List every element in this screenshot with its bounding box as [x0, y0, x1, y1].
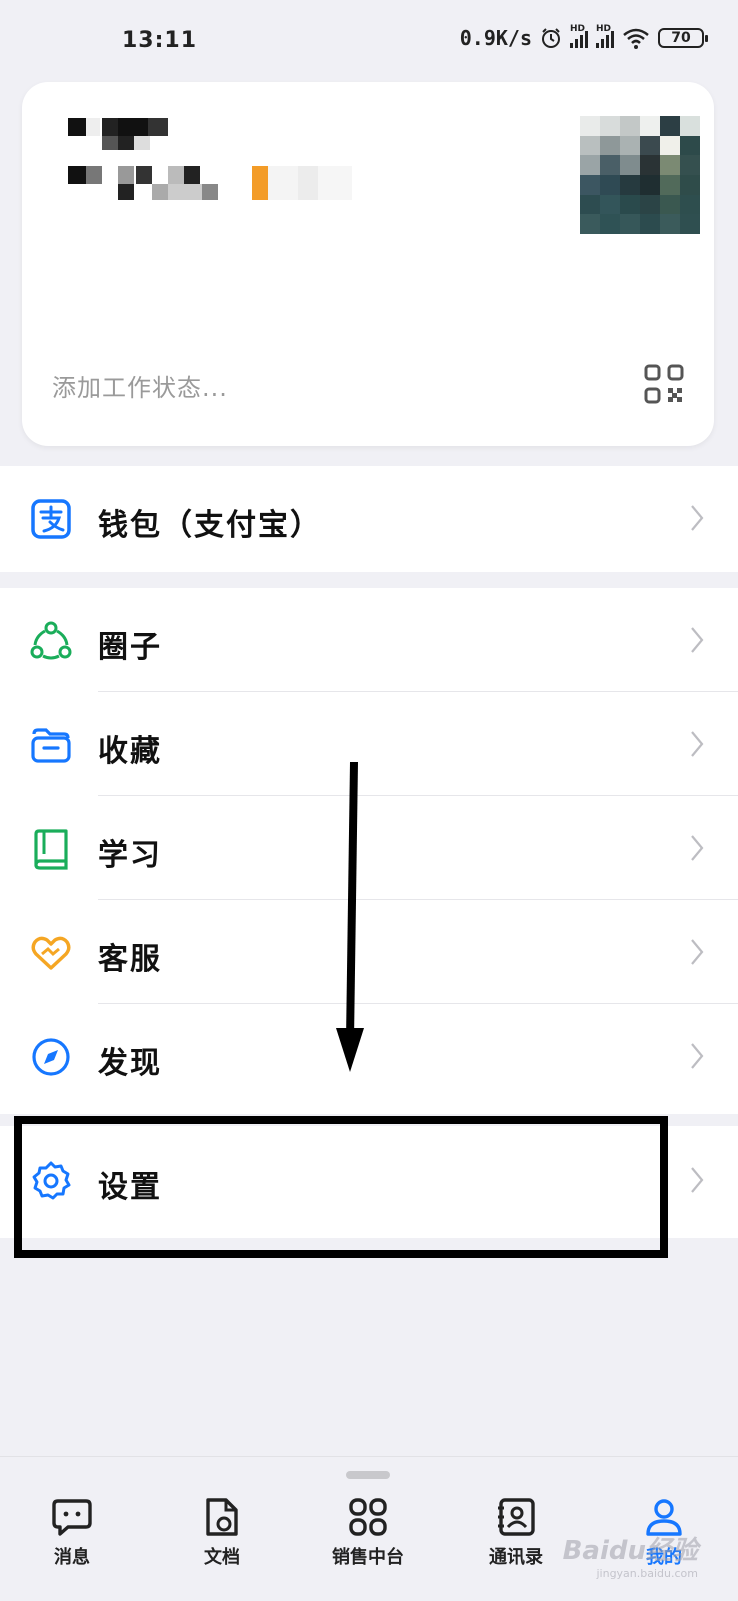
alarm-icon — [542, 28, 560, 48]
book-icon — [34, 829, 68, 870]
blurred-info — [68, 166, 368, 202]
work-status-input[interactable]: 添加工作状态... — [52, 368, 228, 403]
wifi-icon — [623, 28, 649, 49]
tab-label: 文档 — [204, 1547, 240, 1568]
chevron-right-icon — [691, 1043, 704, 1069]
chat-icon — [52, 1499, 92, 1536]
chevron-right-icon — [691, 1167, 704, 1193]
status-indicators: 0.9K/s HD HD 70 — [459, 24, 708, 50]
battery-indicator: 70 — [658, 28, 708, 48]
menu-label-circle: 圈子 — [98, 630, 162, 665]
tab-label: 销售中台 — [332, 1547, 404, 1568]
menu-label-study: 学习 — [98, 838, 162, 873]
avatar[interactable] — [580, 116, 700, 234]
wallet-group: 钱包（支付宝） — [0, 466, 738, 572]
chevron-right-icon — [691, 835, 704, 861]
network-speed: 0.9K/s — [459, 26, 532, 50]
qr-code-icon[interactable] — [644, 364, 684, 404]
chevron-right-icon — [691, 505, 704, 531]
status-bar: 13:11 0.9K/s HD HD 70 — [0, 0, 738, 62]
annotation-arrow — [336, 761, 364, 1072]
chevron-right-icon — [691, 731, 704, 757]
grid-icon — [349, 1498, 387, 1536]
signal-icon-2: HD — [596, 24, 614, 48]
watermark-brand: Baidu经验 — [562, 1536, 698, 1566]
menu-item-circle[interactable]: 圈子 — [0, 588, 738, 692]
menu-label-wallet: 钱包（支付宝） — [98, 508, 322, 543]
blurred-name — [68, 118, 168, 150]
circle-group-icon — [30, 621, 72, 660]
annotation-highlight-box — [14, 1116, 668, 1258]
tab-documents[interactable]: 文档 — [162, 1497, 282, 1587]
document-icon — [206, 1498, 238, 1536]
contacts-icon — [498, 1498, 535, 1536]
watermark: Baidu经验 jingyan.baidu.com — [563, 1530, 698, 1580]
signal-icon-1: HD — [570, 24, 588, 48]
menu-label-favorites: 收藏 — [98, 734, 162, 769]
profile-card[interactable]: 添加工作状态... — [22, 82, 714, 446]
heart-handshake-icon — [31, 936, 71, 970]
drag-handle[interactable] — [346, 1471, 390, 1479]
compass-icon — [32, 1038, 70, 1076]
watermark-url: jingyan.baidu.com — [596, 1567, 698, 1580]
tab-sales-center[interactable]: 销售中台 — [308, 1497, 428, 1587]
alipay-icon — [31, 499, 71, 539]
tab-messages[interactable]: 消息 — [12, 1497, 132, 1587]
tab-contacts[interactable]: 通讯录 — [456, 1497, 576, 1587]
menu-label-service: 客服 — [98, 942, 162, 977]
tab-label: 消息 — [54, 1547, 90, 1568]
status-time: 13:11 — [122, 28, 198, 53]
chevron-right-icon — [691, 939, 704, 965]
folder-icon — [31, 728, 71, 763]
chevron-right-icon — [691, 627, 704, 653]
menu-label-discover: 发现 — [98, 1046, 162, 1081]
tab-label: 通讯录 — [489, 1547, 543, 1568]
menu-item-wallet[interactable]: 钱包（支付宝） — [0, 466, 738, 570]
